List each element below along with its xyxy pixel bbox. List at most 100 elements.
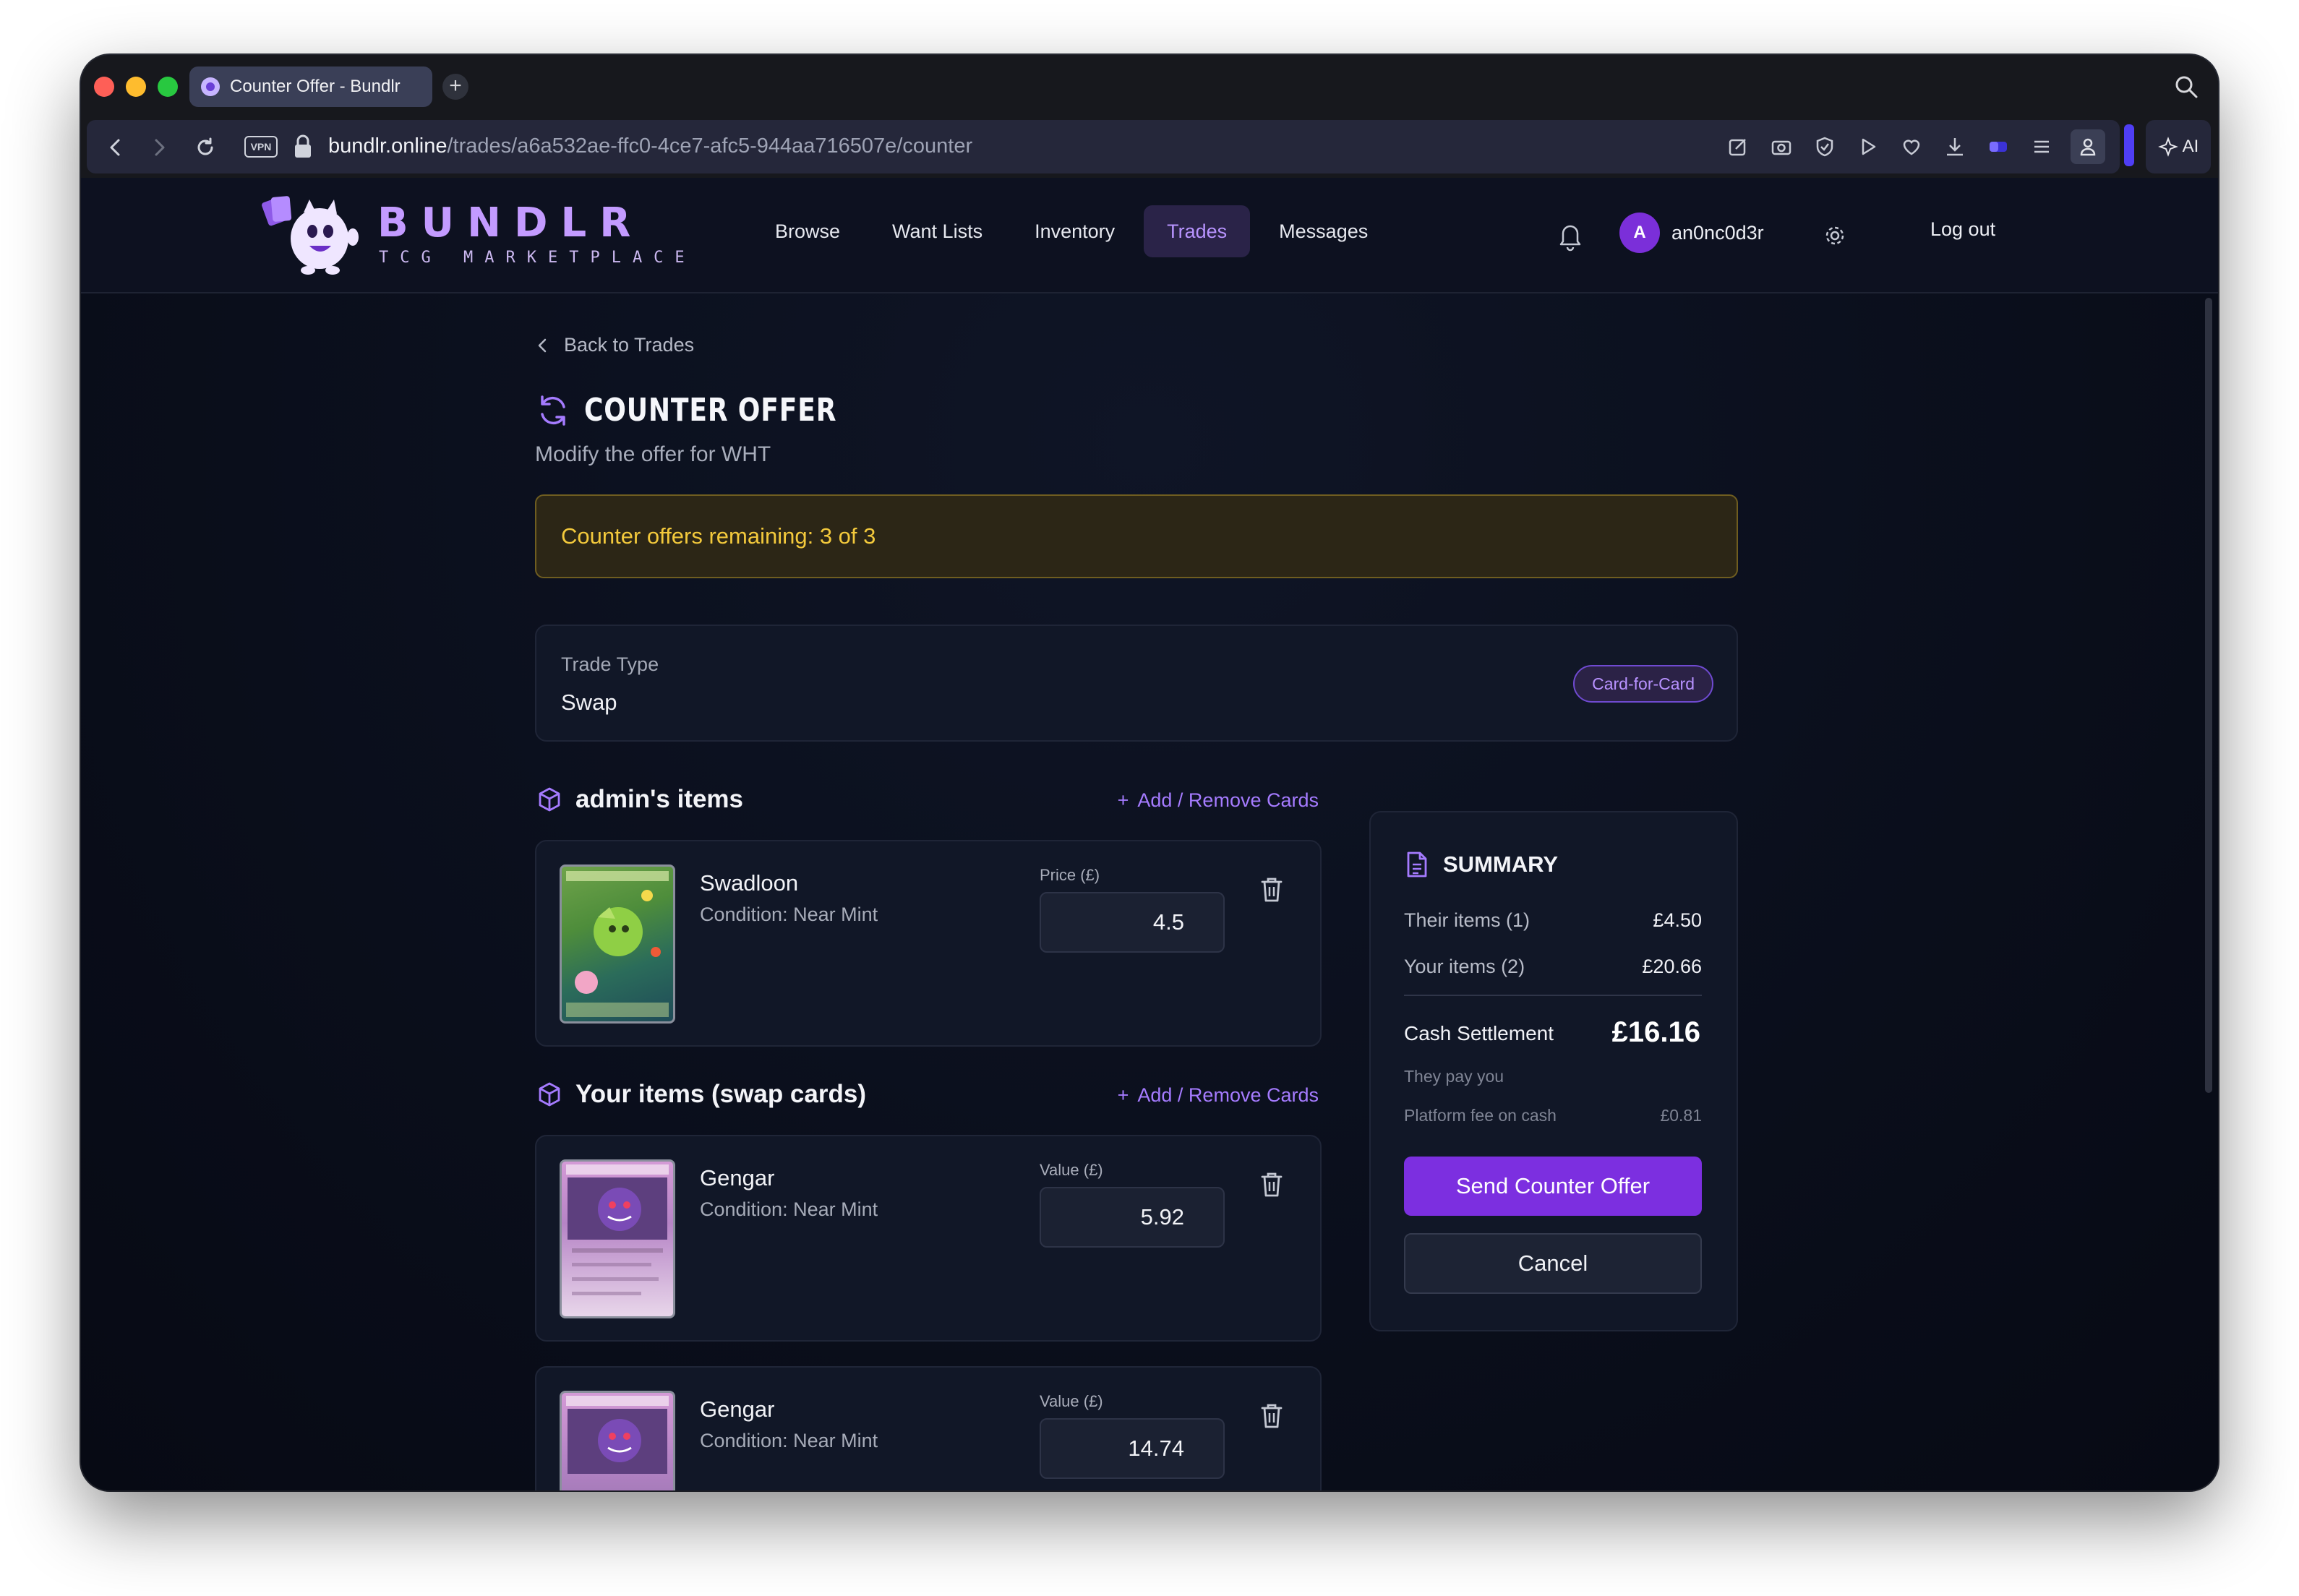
username: an0nc0d3r [1671, 221, 1764, 244]
summary-divider [1404, 995, 1702, 996]
summary-title: SUMMARY [1404, 850, 1558, 879]
ai-assistant-button[interactable]: AI [2146, 120, 2211, 173]
back-to-trades-link[interactable]: Back to Trades [535, 334, 694, 356]
nav-trades[interactable]: Trades [1144, 205, 1251, 257]
nav-messages[interactable]: Messages [1256, 205, 1391, 257]
page-subtitle: Modify the offer for WHT [535, 442, 771, 466]
cube-icon [539, 1082, 560, 1107]
cancel-button[interactable]: Cancel [1404, 1233, 1702, 1294]
browser-toolbar [1724, 129, 2105, 164]
send-counter-offer-button[interactable]: Send Counter Offer [1404, 1157, 1702, 1216]
search-icon[interactable] [2173, 74, 2199, 100]
price-label: Price (£) [1040, 866, 1100, 884]
card-image-swadloon[interactable] [560, 864, 675, 1024]
counter-offers-notice: Counter offers remaining: 3 of 3 [535, 494, 1738, 578]
nav-browse[interactable]: Browse [752, 205, 863, 257]
brand-tagline: TCG MARKETPLACE [379, 249, 696, 267]
plus-icon: + [1117, 789, 1129, 811]
vpn-badge[interactable]: VPN [244, 136, 278, 158]
summary-card: SUMMARY Their items (1) £4.50 Your items… [1369, 811, 1738, 1331]
maximize-window-button[interactable] [158, 77, 178, 97]
camera-icon[interactable] [1767, 132, 1796, 161]
forward-icon[interactable] [145, 133, 174, 162]
their-items-title: admin's items [575, 785, 744, 813]
card-image-gengar[interactable] [560, 1391, 675, 1490]
cash-settlement-label: Cash Settlement [1404, 1022, 1554, 1044]
address-bar[interactable]: VPN bundlr.online/trades/a6a532ae-ffc0-4… [87, 120, 2120, 173]
chevron-left-icon [538, 338, 547, 352]
gear-icon[interactable] [1820, 221, 1849, 250]
trade-type-card: Trade Type Swap Card-for-Card [535, 625, 1738, 742]
your-items-total-row: Your items (2) £20.66 [1404, 956, 1702, 977]
heart-icon[interactable] [1897, 132, 1926, 161]
url-text[interactable]: bundlr.online/trades/a6a532ae-ffc0-4ce7-… [328, 134, 972, 158]
page-scrollbar[interactable] [2205, 298, 2212, 1093]
item-name: Gengar [700, 1165, 775, 1190]
download-icon[interactable] [1940, 132, 1969, 161]
trash-icon[interactable] [1258, 875, 1285, 905]
shield-icon[interactable] [1810, 132, 1839, 161]
swadloon-card-art [566, 871, 669, 1017]
gengar-card-art [566, 1164, 669, 1295]
sparkle-icon [2157, 137, 2178, 157]
cash-settlement-direction: They pay you [1404, 1067, 1504, 1086]
value-label: Value (£) [1040, 1392, 1103, 1410]
minimize-window-button[interactable] [126, 77, 146, 97]
profile-button[interactable] [2071, 129, 2105, 164]
menu-icon[interactable] [2027, 132, 2056, 161]
close-window-button[interactable] [94, 77, 114, 97]
new-tab-button[interactable]: + [442, 74, 468, 100]
add-remove-your-cards-link[interactable]: + Add / Remove Cards [1118, 1084, 1319, 1107]
bell-icon[interactable] [1556, 220, 1585, 252]
extension-icon[interactable] [1984, 132, 2013, 161]
mascot-logo-icon [262, 196, 359, 275]
their-items-total-row: Their items (1) £4.50 [1404, 909, 1702, 931]
item-condition: Condition: Near Mint [700, 1198, 878, 1220]
trade-type-badge: Card-for-Card [1573, 665, 1713, 703]
lock-icon[interactable] [291, 133, 315, 160]
platform-fee-row: Platform fee on cash £0.81 [1404, 1106, 1702, 1125]
web-page: BUNDLR TCG MARKETPLACE Browse Want Lists… [81, 178, 2218, 1490]
item-condition: Condition: Near Mint [700, 1430, 878, 1451]
nav-want-lists[interactable]: Want Lists [869, 205, 1006, 257]
add-remove-their-cards-link[interactable]: + Add / Remove Cards [1118, 789, 1319, 812]
user-menu[interactable]: A an0nc0d3r [1619, 213, 1764, 253]
trash-icon[interactable] [1258, 1401, 1285, 1431]
person-icon [2080, 138, 2096, 156]
their-item-card: Swadloon Condition: Near Mint Price (£) … [535, 840, 1322, 1047]
cube-icon [539, 787, 560, 812]
page-title: COUNTER OFFER [535, 392, 892, 429]
value-input[interactable]: 5.92 [1040, 1187, 1225, 1248]
item-name: Swadloon [700, 870, 799, 896]
brand-name: BUNDLR [377, 200, 644, 246]
your-item-card: Gengar Condition: Near Mint Value (£) 5.… [535, 1135, 1322, 1342]
card-image-gengar[interactable] [560, 1159, 675, 1318]
trash-icon[interactable] [1258, 1170, 1285, 1200]
gengar-card-art [566, 1396, 669, 1474]
refresh-icon [541, 395, 565, 426]
their-items-header: admin's items + Add / Remove Cards [535, 778, 1319, 821]
back-icon[interactable] [101, 133, 130, 162]
play-icon[interactable] [1854, 132, 1883, 161]
edit-icon[interactable] [1724, 132, 1752, 161]
price-input[interactable]: 4.5 [1040, 892, 1225, 953]
sidebar-toggle[interactable] [2124, 124, 2134, 166]
cash-settlement-value: £16.16 [1611, 1016, 1700, 1048]
your-items-title: Your items (swap cards) [575, 1080, 866, 1108]
address-bar-row: VPN bundlr.online/trades/a6a532ae-ffc0-4… [81, 119, 2218, 178]
browser-window: Counter Offer - Bundlr + VPN bundlr.onli… [81, 55, 2218, 1490]
bundlr-logo[interactable]: BUNDLR TCG MARKETPLACE [262, 194, 685, 275]
tab-title: Counter Offer - Bundlr [230, 77, 401, 96]
site-header: BUNDLR TCG MARKETPLACE Browse Want Lists… [81, 178, 2218, 293]
browser-tab-active[interactable]: Counter Offer - Bundlr [189, 66, 432, 107]
trade-type-value: Swap [561, 690, 617, 715]
reload-icon[interactable] [191, 133, 220, 162]
document-icon [1407, 851, 1427, 878]
value-input[interactable]: 14.74 [1040, 1418, 1225, 1479]
item-name: Gengar [700, 1396, 775, 1422]
main-nav: Browse Want Lists Inventory Trades Messa… [752, 205, 1391, 257]
nav-inventory[interactable]: Inventory [1011, 205, 1138, 257]
avatar: A [1619, 213, 1660, 253]
your-items-header: Your items (swap cards) + Add / Remove C… [535, 1073, 1319, 1116]
logout-link[interactable]: Log out [1930, 218, 1995, 241]
